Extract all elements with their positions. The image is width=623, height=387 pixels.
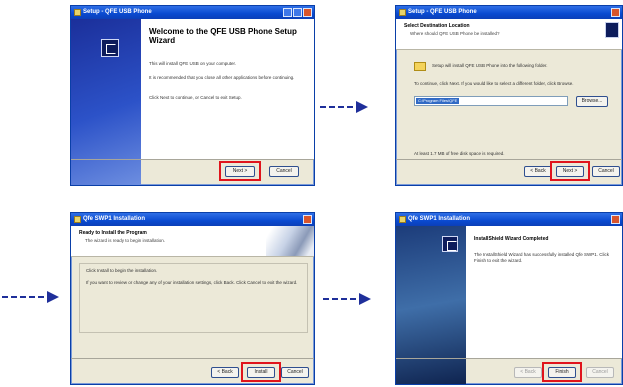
folder-icon bbox=[414, 62, 426, 71]
cancel-button[interactable]: Cancel bbox=[281, 367, 309, 378]
install-location-text: Setup will install QFE USB Phone into th… bbox=[432, 63, 548, 68]
cancel-button[interactable]: Cancel bbox=[586, 367, 614, 378]
welcome-heading: Welcome to the QFE USB Phone Setup Wizar… bbox=[149, 27, 297, 46]
setup-logo-icon bbox=[101, 39, 119, 57]
welcome-text-1: This will install QFE USB on your comput… bbox=[149, 61, 237, 66]
setup-logo-icon bbox=[605, 22, 619, 38]
back-button[interactable]: < Back bbox=[524, 166, 552, 177]
footer-divider bbox=[396, 159, 622, 160]
welcome-text-3: Click Next to continue, or Cancel to exi… bbox=[149, 95, 242, 100]
footer-divider bbox=[396, 358, 622, 359]
window-title: Qfe SWP1 Installation bbox=[408, 216, 471, 222]
close-button[interactable] bbox=[611, 215, 620, 224]
page-heading: Ready to Install the Program bbox=[79, 230, 147, 236]
destination-path-value: C:\Program Files\QFE bbox=[416, 98, 460, 104]
arrow-right-icon bbox=[359, 293, 371, 305]
maximize-button[interactable] bbox=[293, 8, 302, 17]
title-bar: Setup - QFE USB Phone bbox=[396, 6, 622, 19]
close-button[interactable] bbox=[611, 8, 620, 17]
wizard-side-banner bbox=[71, 19, 141, 185]
step-arrow-1 bbox=[320, 101, 368, 113]
install-info-text-1: Click Install to begin the installation. bbox=[86, 268, 158, 273]
title-bar: Setup - QFE USB Phone bbox=[71, 6, 314, 19]
page-subheading: The wizard is ready to begin installatio… bbox=[85, 238, 166, 243]
header-graphic bbox=[266, 226, 314, 256]
footer-divider bbox=[71, 358, 314, 359]
complete-content: InstallShield Wizard Completed The Insta… bbox=[442, 226, 622, 359]
page-heading: Select Destination Location bbox=[404, 23, 470, 29]
complete-text: The InstallShield Wizard has successfull… bbox=[474, 252, 610, 263]
wizard-header: Select Destination Location Where should… bbox=[396, 19, 622, 50]
welcome-text-2: It is recommended that you close all oth… bbox=[149, 75, 295, 80]
back-button[interactable]: < Back bbox=[514, 367, 542, 378]
step-arrow-2 bbox=[2, 291, 59, 303]
cancel-button[interactable]: Cancel bbox=[592, 166, 620, 177]
install-info-panel: Click Install to begin the installation.… bbox=[79, 263, 308, 333]
disk-space-text: At least 1.7 MB of free disk space is re… bbox=[414, 151, 505, 156]
title-bar: Qfe SWP1 Installation bbox=[396, 213, 622, 226]
minimize-button[interactable] bbox=[283, 8, 292, 17]
close-button[interactable] bbox=[303, 215, 312, 224]
title-bar: Qfe SWP1 Installation bbox=[71, 213, 314, 226]
install-button-highlight bbox=[241, 362, 281, 382]
complete-heading: InstallShield Wizard Completed bbox=[474, 236, 549, 242]
welcome-content: Welcome to the QFE USB Phone Setup Wizar… bbox=[141, 19, 314, 160]
setup-app-icon bbox=[399, 216, 406, 223]
arrow-right-icon bbox=[47, 291, 59, 303]
setup-app-icon bbox=[74, 216, 81, 223]
wizard-header: Ready to Install the Program The wizard … bbox=[71, 226, 314, 257]
next-button-highlight bbox=[550, 161, 590, 181]
cancel-button[interactable]: Cancel bbox=[269, 166, 299, 177]
page-subheading: Where should QFE USB Phone be installed? bbox=[410, 31, 500, 36]
setup-destination-window: Setup - QFE USB Phone Select Destination… bbox=[395, 5, 623, 186]
setup-app-icon bbox=[399, 9, 406, 16]
window-title: Setup - QFE USB Phone bbox=[408, 9, 477, 15]
close-button[interactable] bbox=[303, 8, 312, 17]
setup-welcome-window: Setup - QFE USB Phone Welcome to the QFE… bbox=[70, 5, 315, 186]
window-title: Setup - QFE USB Phone bbox=[83, 9, 152, 15]
arrow-right-icon bbox=[356, 101, 368, 113]
install-info-text-2: If you want to review or change any of y… bbox=[86, 280, 298, 285]
step-arrow-3 bbox=[323, 293, 371, 305]
setup-app-icon bbox=[74, 9, 81, 16]
setup-logo-icon bbox=[442, 236, 458, 252]
back-button[interactable]: < Back bbox=[211, 367, 239, 378]
install-complete-window: Qfe SWP1 Installation InstallShield Wiza… bbox=[395, 212, 623, 385]
ready-to-install-window: Qfe SWP1 Installation Ready to Install t… bbox=[70, 212, 315, 385]
window-title: Qfe SWP1 Installation bbox=[83, 216, 146, 222]
browse-instruction-text: To continue, click Next. If you would li… bbox=[414, 81, 574, 86]
finish-button-highlight bbox=[542, 362, 582, 382]
browse-button[interactable]: Browse... bbox=[576, 96, 608, 107]
footer-divider bbox=[71, 159, 314, 160]
destination-path-input[interactable]: C:\Program Files\QFE bbox=[414, 96, 568, 106]
next-button-highlight bbox=[219, 161, 261, 181]
